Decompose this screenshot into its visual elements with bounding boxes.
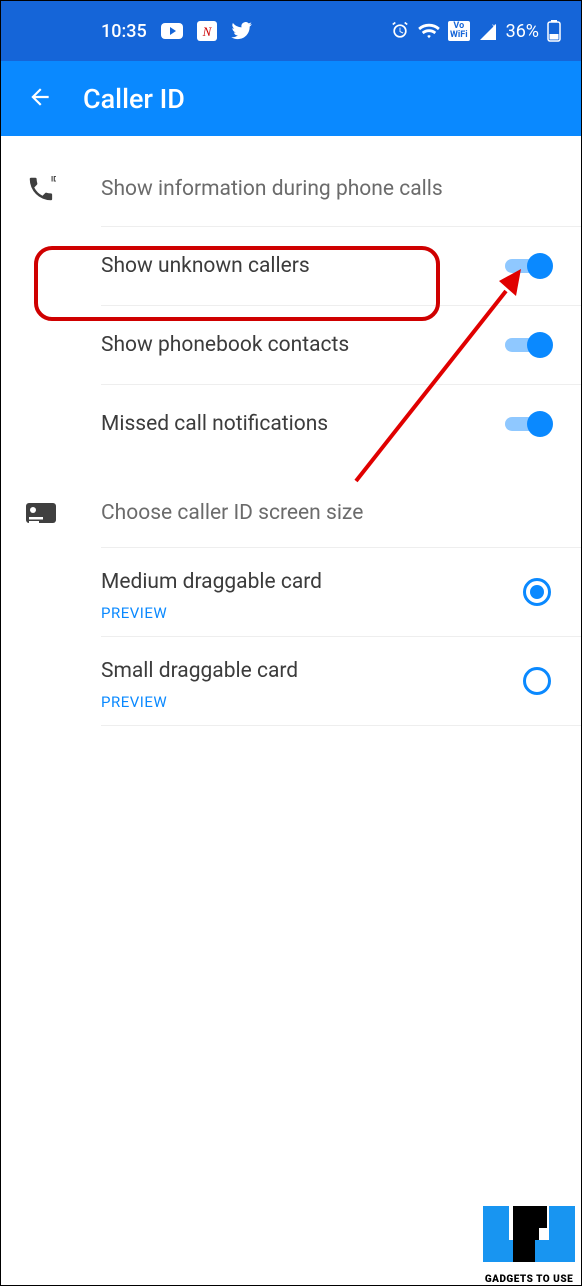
signal-icon: x <box>478 22 498 40</box>
row-label: Small draggable card <box>101 659 298 683</box>
row-label: Medium draggable card <box>101 570 322 594</box>
battery-percent: 36% <box>506 21 539 42</box>
section-label: Choose caller ID screen size <box>101 501 363 525</box>
alarm-icon <box>390 21 410 41</box>
section-label: Show information during phone calls <box>101 177 443 201</box>
row-missed-call-notifications[interactable]: Missed call notifications <box>1 385 581 463</box>
radio-small-card[interactable] <box>523 667 551 695</box>
toggle-missed-call[interactable] <box>505 410 551 438</box>
svg-text:ID: ID <box>51 175 56 184</box>
row-show-phonebook-contacts[interactable]: Show phonebook contacts <box>1 306 581 384</box>
wifi-icon <box>418 22 440 40</box>
battery-icon <box>547 20 561 42</box>
twitter-icon <box>231 22 253 40</box>
youtube-icon <box>161 23 183 39</box>
status-bar: 10:35 N VoWiFi x 36% <box>1 1 581 61</box>
phone-id-icon: ID <box>21 174 61 204</box>
radio-medium-card[interactable] <box>523 578 551 606</box>
watermark-logo-icon <box>477 1198 581 1278</box>
toggle-unknown-callers[interactable] <box>505 252 551 280</box>
notification-icon: N <box>197 21 217 41</box>
preview-link[interactable]: PREVIEW <box>101 693 167 711</box>
svg-text:N: N <box>201 24 212 39</box>
row-small-card[interactable]: Small draggable card PREVIEW <box>1 637 581 725</box>
row-label: Missed call notifications <box>101 412 505 436</box>
watermark-text: GADGETS TO USE <box>485 1274 573 1285</box>
vowifi-icon: VoWiFi <box>448 21 470 41</box>
app-header: Caller ID <box>1 61 581 136</box>
row-label: Show phonebook contacts <box>101 333 505 357</box>
page-title: Caller ID <box>83 83 185 115</box>
toggle-phonebook-contacts[interactable] <box>505 331 551 359</box>
row-show-unknown-callers[interactable]: Show unknown callers <box>1 227 581 305</box>
row-label: Show unknown callers <box>101 254 505 278</box>
row-medium-card[interactable]: Medium draggable card PREVIEW <box>1 548 581 636</box>
section-header-phone-info: ID Show information during phone calls <box>1 136 581 226</box>
card-icon <box>21 501 61 525</box>
watermark: GADGETS TO USE <box>477 1198 581 1285</box>
status-time: 10:35 <box>101 21 147 42</box>
preview-link[interactable]: PREVIEW <box>101 604 167 622</box>
section-header-screen-size: Choose caller ID screen size <box>1 463 581 547</box>
back-icon[interactable] <box>27 84 53 114</box>
content: ID Show information during phone calls S… <box>1 136 581 726</box>
